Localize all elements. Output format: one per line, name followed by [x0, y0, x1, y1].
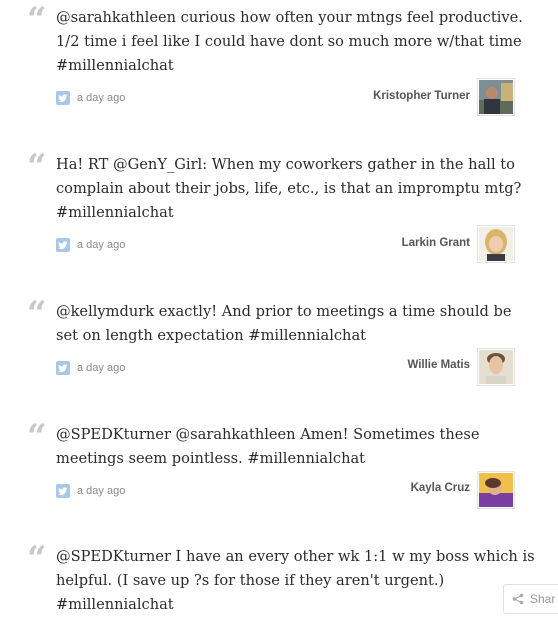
tweet-meta: a day ago	[56, 236, 125, 254]
tweet-feed: “ @sarahkathleen curious how often your …	[0, 0, 558, 617]
tweet-item: “ @SPEDKturner @sarahkathleen Amen! Some…	[0, 417, 558, 522]
tweet-text-line: @sarahkathleen curious how often your mt…	[56, 9, 523, 26]
avatar-man-portrait-icon	[479, 350, 513, 384]
avatar-woman-purple-icon	[479, 473, 513, 507]
tweet-text-line: Ha! RT @GenY_Girl: When my coworkers gat…	[56, 156, 515, 173]
tweet-author[interactable]: Willie Matis	[270, 359, 470, 371]
tweet-text-line: #millennialchat	[56, 596, 174, 613]
tweet-author[interactable]: Kayla Cruz	[270, 482, 470, 494]
tweet-text-line: #millennialchat	[56, 204, 174, 221]
quote-icon: “	[27, 0, 47, 40]
share-label: Shar	[530, 592, 556, 606]
share-button[interactable]: Shar	[503, 584, 558, 614]
tweet-meta: a day ago	[56, 359, 125, 377]
avatar-man-outdoor-icon	[479, 80, 513, 114]
twitter-icon[interactable]	[56, 361, 70, 375]
quote-icon: “	[27, 147, 47, 187]
avatar[interactable]	[477, 225, 515, 263]
tweet-meta: a day ago	[56, 89, 125, 107]
tweet-text: Ha! RT @GenY_Girl: When my coworkers gat…	[56, 153, 526, 225]
avatar[interactable]	[477, 471, 515, 509]
quote-icon: “	[27, 539, 47, 579]
avatar-woman-blonde-icon	[479, 227, 513, 261]
tweet-timestamp[interactable]: a day ago	[77, 239, 125, 251]
tweet-text-line: meetings seem pointless. #millennialchat	[56, 450, 366, 467]
tweet-text-line: @SPEDKturner I have an every other wk 1:…	[56, 548, 535, 565]
tweet-text: @SPEDKturner @sarahkathleen Amen! Someti…	[56, 423, 526, 471]
tweet-item: “ @sarahkathleen curious how often your …	[0, 0, 558, 125]
tweet-text-line: @SPEDKturner @sarahkathleen Amen! Someti…	[56, 426, 480, 443]
tweet-text-line: complain about their jobs, life, etc., i…	[56, 180, 522, 197]
tweet-timestamp[interactable]: a day ago	[77, 92, 125, 104]
quote-icon: “	[27, 417, 47, 457]
share-icon	[512, 593, 524, 605]
tweet-author[interactable]: Larkin Grant	[270, 237, 470, 249]
tweet-text-line: set on length expectation #millennialcha…	[56, 327, 367, 344]
avatar[interactable]	[477, 78, 515, 116]
tweet-author[interactable]: Kristopher Turner	[270, 90, 470, 102]
tweet-text-line: helpful. (I save up ?s for those if they…	[56, 572, 445, 589]
tweet-text: @sarahkathleen curious how often your mt…	[56, 6, 526, 78]
tweet-text-line: @kellymdurk exactly! And prior to meetin…	[56, 303, 512, 320]
tweet-text-line: #millennialchat	[56, 57, 174, 74]
tweet-text: @SPEDKturner I have an every other wk 1:…	[56, 545, 535, 617]
twitter-icon[interactable]	[56, 238, 70, 252]
tweet-item: “ Ha! RT @GenY_Girl: When my coworkers g…	[0, 147, 558, 272]
twitter-icon[interactable]	[56, 91, 70, 105]
tweet-timestamp[interactable]: a day ago	[77, 362, 125, 374]
tweet-timestamp[interactable]: a day ago	[77, 485, 125, 497]
tweet-meta: a day ago	[56, 482, 125, 500]
quote-icon: “	[27, 294, 47, 334]
tweet-text-line: 1/2 time i feel like I could have dont s…	[56, 33, 522, 50]
twitter-icon[interactable]	[56, 484, 70, 498]
tweet-item: “ @SPEDKturner I have an every other wk …	[0, 539, 558, 617]
tweet-text: @kellymdurk exactly! And prior to meetin…	[56, 300, 526, 348]
tweet-item: “ @kellymdurk exactly! And prior to meet…	[0, 294, 558, 399]
avatar[interactable]	[477, 348, 515, 386]
